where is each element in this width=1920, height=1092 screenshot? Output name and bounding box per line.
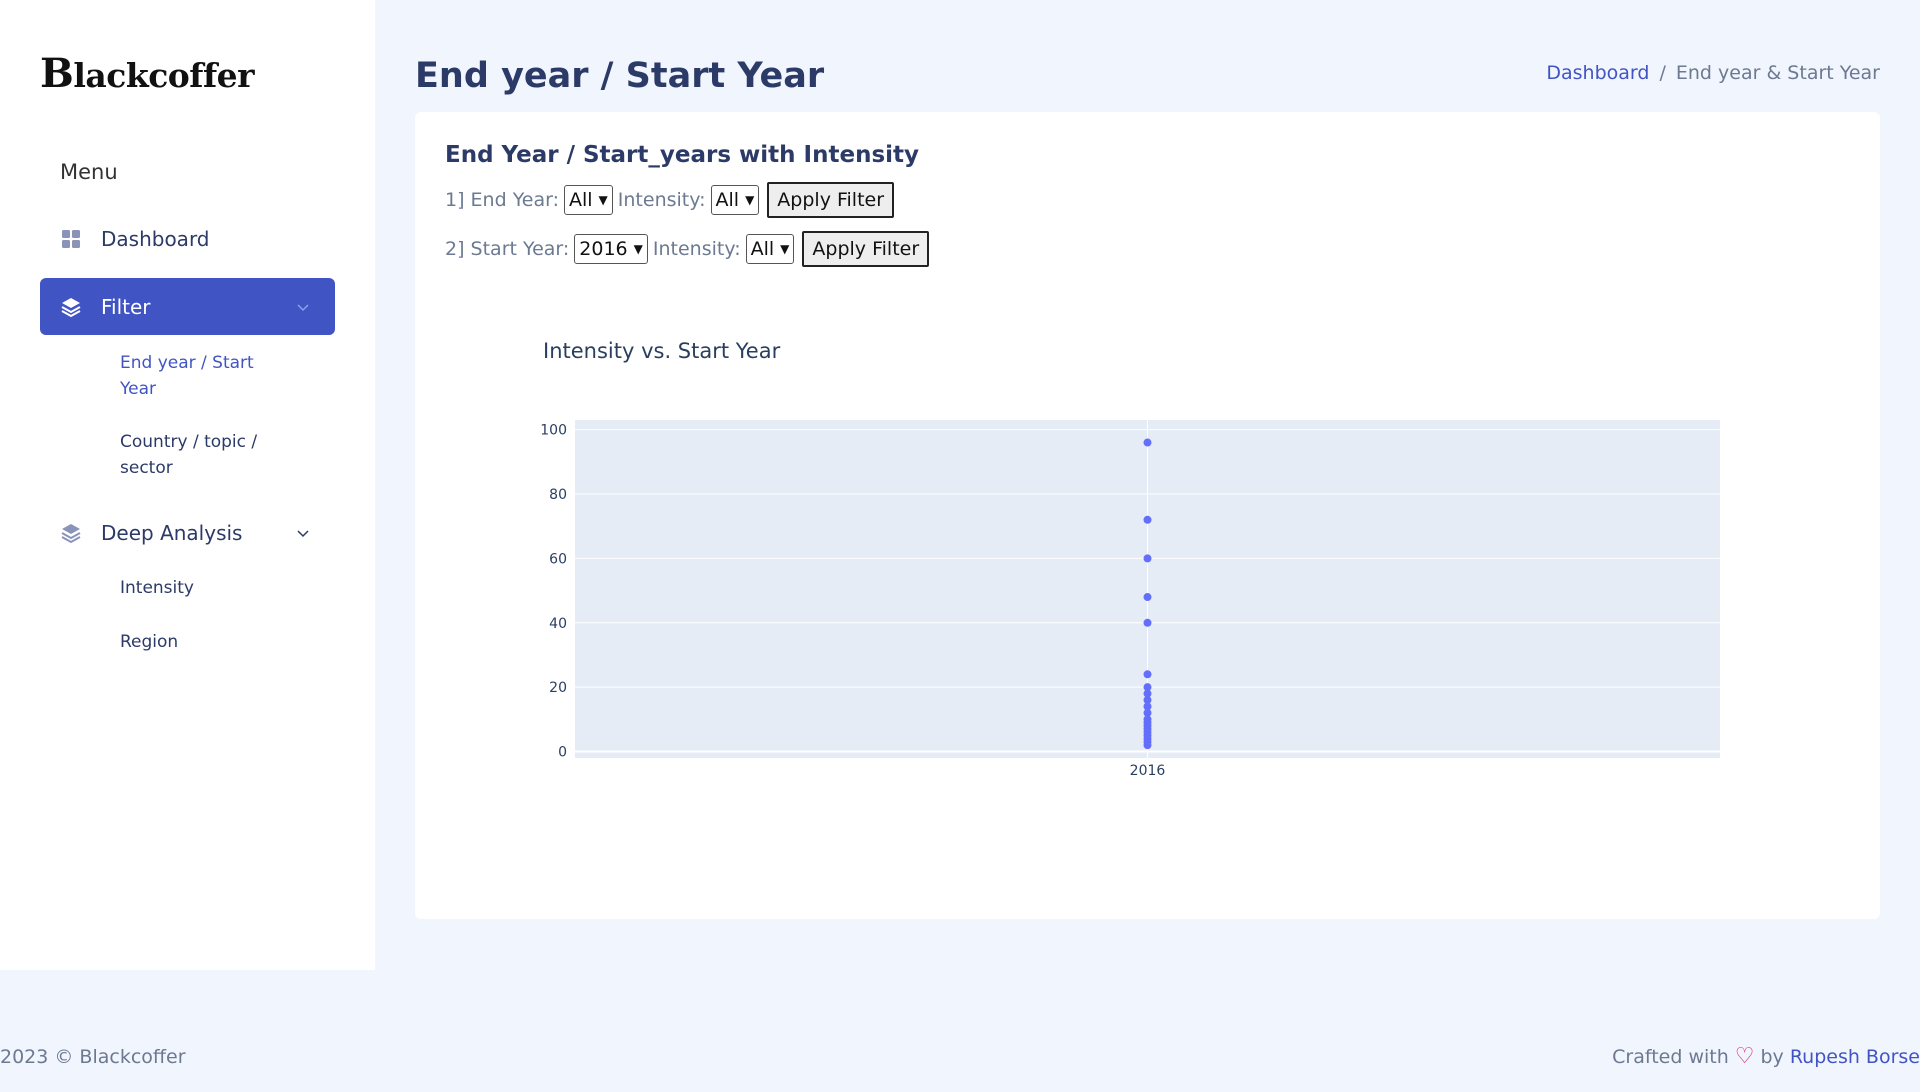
page-title: End year / Start Year [415,56,825,96]
sidebar-subitem-country-topic-sector[interactable]: Country / topic / sector [120,429,280,481]
footer-by-text: by [1760,1045,1784,1068]
footer-credits: Crafted with ♡ by Rupesh Borse [1612,1044,1920,1069]
x-tick-label: 2016 [1130,763,1166,779]
y-tick-label: 60 [549,551,567,567]
y-tick-label: 40 [549,616,567,632]
chart-title: Intensity vs. Start Year [543,339,781,363]
y-tick-label: 0 [558,745,567,761]
menu-heading: Menu [60,160,118,184]
logo-text: lackcoffer [73,56,255,95]
chevron-down-icon [295,296,311,320]
scatter-point[interactable] [1143,554,1152,563]
scatter-point[interactable] [1143,670,1152,679]
sidebar-item-dashboard[interactable]: Dashboard [40,210,335,267]
scatter-point[interactable] [1143,593,1152,602]
sidebar: Blackcoffer Menu Dashboard Filter End ye… [0,0,375,970]
footer-copyright: 2023 © Blackcoffer [0,1046,186,1068]
logo-initial: B [40,50,74,97]
layers-icon [59,295,83,319]
chevron-down-icon [295,522,311,546]
y-tick-label: 80 [549,487,567,503]
breadcrumb-separator: / [1659,62,1666,84]
breadcrumb-link-dashboard[interactable]: Dashboard [1546,62,1649,84]
breadcrumb: Dashboard / End year & Start Year [1546,62,1880,84]
sidebar-subitem-intensity[interactable]: Intensity [120,575,280,601]
sidebar-item-label: Deep Analysis [101,520,243,545]
layers-icon [59,521,83,545]
scatter-point[interactable] [1143,515,1152,524]
grid-icon [59,227,83,251]
brand-logo[interactable]: Blackcoffer [40,50,255,97]
scatter-point[interactable] [1143,741,1152,750]
scatter-point[interactable] [1143,438,1152,447]
sidebar-item-filter[interactable]: Filter [40,278,335,335]
filter-card: End Year / Start_years with Intensity 1]… [415,112,1880,919]
footer-author-link[interactable]: Rupesh Borse [1790,1046,1920,1068]
sidebar-item-label: Dashboard [101,226,210,251]
sidebar-subitem-end-start-year[interactable]: End year / Start Year [120,350,280,402]
heart-icon: ♡ [1734,1044,1755,1069]
y-tick-label: 100 [540,423,567,439]
y-tick-label: 20 [549,680,567,696]
scatter-point[interactable] [1143,618,1152,627]
sidebar-subitem-region[interactable]: Region [120,629,280,655]
sidebar-item-label: Filter [101,294,151,319]
sidebar-item-deep-analysis[interactable]: Deep Analysis [40,504,335,561]
breadcrumb-current: End year & Start Year [1675,62,1880,84]
footer-crafted-text: Crafted with [1612,1045,1729,1068]
intensity-scatter-chart[interactable]: Intensity vs. Start Year 0 20 40 60 80 100 201… [415,112,1880,919]
